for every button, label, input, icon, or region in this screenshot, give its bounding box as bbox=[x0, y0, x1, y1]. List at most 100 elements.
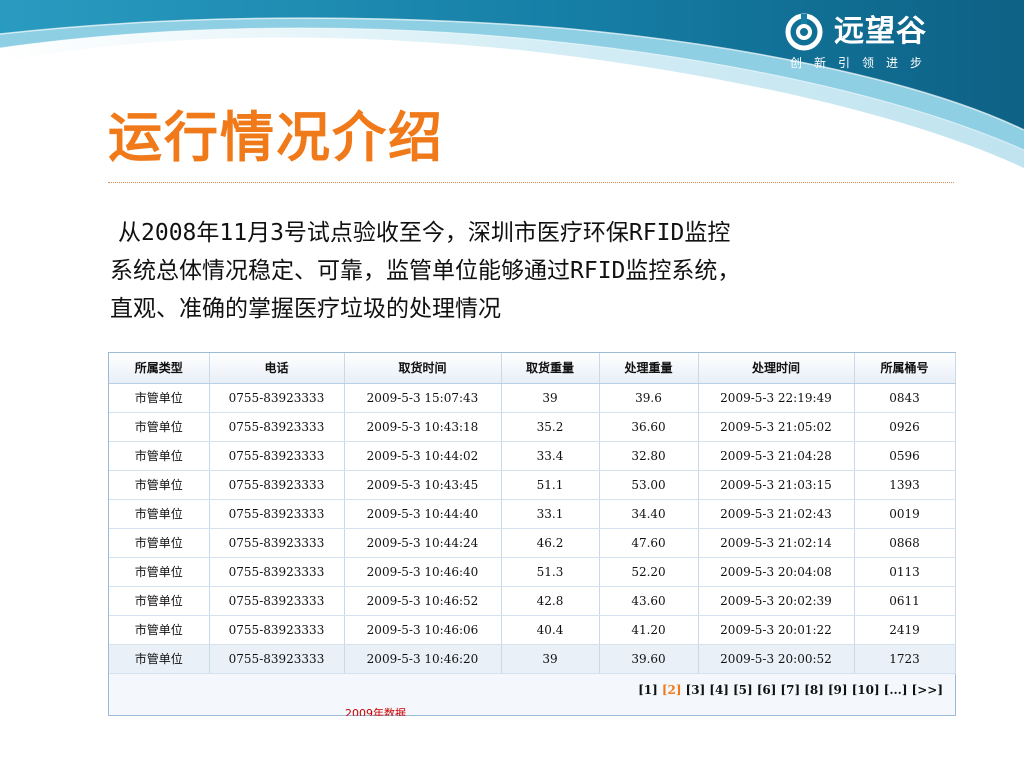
col-header-process-time: 处理时间 bbox=[698, 353, 855, 384]
cell-phone: 0755-83923333 bbox=[209, 586, 345, 616]
cell-process-weight: 34.40 bbox=[599, 499, 699, 529]
page-link[interactable]: [2] bbox=[662, 683, 682, 697]
cell-pickup-weight: 33.1 bbox=[501, 499, 600, 529]
records-panel: 所属类型 电话 取货时间 取货重量 处理重量 处理时间 所属桶号 市管单位 075… bbox=[108, 352, 956, 716]
cell-pickup-time: 2009-5-3 10:43:18 bbox=[344, 412, 502, 442]
col-header-pickup-time: 取货时间 bbox=[344, 353, 502, 384]
cell-bin-number: 1723 bbox=[854, 644, 956, 674]
cell-type: 市管单位 bbox=[109, 383, 210, 413]
cell-process-weight: 39.6 bbox=[599, 383, 699, 413]
cell-pickup-time: 2009-5-3 10:46:52 bbox=[344, 586, 502, 616]
cell-phone: 0755-83923333 bbox=[209, 412, 345, 442]
table-row[interactable]: 市管单位 0755-83923333 2009-5-3 10:44:40 33.1 34… bbox=[109, 499, 956, 529]
cell-process-time: 2009-5-3 21:03:15 bbox=[698, 470, 855, 500]
cell-type: 市管单位 bbox=[109, 586, 210, 616]
page-link[interactable]: [...] bbox=[884, 683, 908, 697]
cell-pickup-weight: 40.4 bbox=[501, 615, 600, 645]
table-row[interactable]: 市管单位 0755-83923333 2009-5-3 15:07:43 39 39.6… bbox=[109, 383, 956, 413]
page-link[interactable]: [1] bbox=[638, 683, 658, 697]
cell-process-weight: 41.20 bbox=[599, 615, 699, 645]
cell-bin-number: 0926 bbox=[854, 412, 956, 442]
company-logo: 远望谷 创新引领进步 bbox=[784, 8, 964, 72]
table-row[interactable]: 市管单位 0755-83923333 2009-5-3 10:46:52 42.8 43… bbox=[109, 586, 956, 616]
cell-type: 市管单位 bbox=[109, 470, 210, 500]
cell-phone: 0755-83923333 bbox=[209, 644, 345, 674]
cell-pickup-weight: 51.3 bbox=[501, 557, 600, 587]
cell-pickup-weight: 42.8 bbox=[501, 586, 600, 616]
cell-pickup-time: 2009-5-3 10:46:40 bbox=[344, 557, 502, 587]
page-link[interactable]: [5] bbox=[733, 683, 753, 697]
col-header-pickup-weight: 取货重量 bbox=[501, 353, 600, 384]
cell-type: 市管单位 bbox=[109, 557, 210, 587]
cell-phone: 0755-83923333 bbox=[209, 383, 345, 413]
cell-type: 市管单位 bbox=[109, 528, 210, 558]
table-row[interactable]: 市管单位 0755-83923333 2009-5-3 10:46:06 40.4 41… bbox=[109, 615, 956, 645]
page-link[interactable]: [10] bbox=[852, 683, 880, 697]
cell-type: 市管单位 bbox=[109, 441, 210, 471]
cell-process-weight: 32.80 bbox=[599, 441, 699, 471]
cell-pickup-time: 2009-5-3 10:44:02 bbox=[344, 441, 502, 471]
cell-phone: 0755-83923333 bbox=[209, 557, 345, 587]
slide-title: 运行情况介绍 bbox=[108, 106, 444, 169]
cell-process-weight: 53.00 bbox=[599, 470, 699, 500]
cell-bin-number: 0868 bbox=[854, 528, 956, 558]
page-link[interactable]: [9] bbox=[828, 683, 848, 697]
cell-bin-number: 0611 bbox=[854, 586, 956, 616]
paragraph-line-1: 从2008年11月3号试点验收至今，深圳市医疗环保RFID监控 bbox=[118, 220, 731, 246]
yuanwanggu-logo-icon bbox=[785, 13, 823, 51]
cell-pickup-weight: 35.2 bbox=[501, 412, 600, 442]
page-link[interactable]: [8] bbox=[804, 683, 824, 697]
cell-bin-number: 1393 bbox=[854, 470, 956, 500]
table-row[interactable]: 市管单位 0755-83923333 2009-5-3 10:43:18 35.2 36… bbox=[109, 412, 956, 442]
cell-pickup-time: 2009-5-3 10:46:06 bbox=[344, 615, 502, 645]
cell-process-time: 2009-5-3 20:01:22 bbox=[698, 615, 855, 645]
cell-pickup-weight: 46.2 bbox=[501, 528, 600, 558]
cell-process-time: 2009-5-3 20:04:08 bbox=[698, 557, 855, 587]
cell-process-weight: 36.60 bbox=[599, 412, 699, 442]
cell-process-time: 2009-5-3 21:04:28 bbox=[698, 441, 855, 471]
title-divider bbox=[108, 182, 954, 183]
page-link[interactable]: [>>] bbox=[912, 683, 943, 697]
page-link[interactable]: [3] bbox=[686, 683, 706, 697]
records-table: 所属类型 电话 取货时间 取货重量 处理重量 处理时间 所属桶号 市管单位 075… bbox=[109, 353, 956, 674]
cell-pickup-weight: 39 bbox=[501, 644, 600, 674]
cell-process-weight: 47.60 bbox=[599, 528, 699, 558]
cell-pickup-weight: 51.1 bbox=[501, 470, 600, 500]
table-row[interactable]: 市管单位 0755-83923333 2009-5-3 10:44:24 46.2 47… bbox=[109, 528, 956, 558]
table-row[interactable]: 市管单位 0755-83923333 2009-5-3 10:44:02 33.4 32… bbox=[109, 441, 956, 471]
table-header-row: 所属类型 电话 取货时间 取货重量 处理重量 处理时间 所属桶号 bbox=[109, 353, 956, 384]
cell-process-time: 2009-5-3 20:02:39 bbox=[698, 586, 855, 616]
cell-phone: 0755-83923333 bbox=[209, 470, 345, 500]
pagination: [1] [2] [3] [4] [5] [6] [7] [8] [9] [10] [...] [>>] bbox=[634, 683, 943, 697]
cell-type: 市管单位 bbox=[109, 412, 210, 442]
cell-type: 市管单位 bbox=[109, 615, 210, 645]
table-row[interactable]: 市管单位 0755-83923333 2009-5-3 10:43:45 51.1 53… bbox=[109, 470, 956, 500]
table-row[interactable]: 市管单位 0755-83923333 2009-5-3 10:46:40 51.3 52… bbox=[109, 557, 956, 587]
cell-bin-number: 0596 bbox=[854, 441, 956, 471]
table-footnote: 2009年数据 bbox=[345, 707, 406, 716]
cell-phone: 0755-83923333 bbox=[209, 615, 345, 645]
cell-type: 市管单位 bbox=[109, 499, 210, 529]
cell-phone: 0755-83923333 bbox=[209, 441, 345, 471]
cell-phone: 0755-83923333 bbox=[209, 499, 345, 529]
page-link[interactable]: [4] bbox=[709, 683, 729, 697]
cell-phone: 0755-83923333 bbox=[209, 528, 345, 558]
logo-slogan: 创新引领进步 bbox=[790, 56, 935, 70]
cell-process-time: 2009-5-3 21:02:14 bbox=[698, 528, 855, 558]
cell-pickup-time: 2009-5-3 10:44:24 bbox=[344, 528, 502, 558]
cell-process-time: 2009-5-3 22:19:49 bbox=[698, 383, 855, 413]
cell-pickup-weight: 39 bbox=[501, 383, 600, 413]
col-header-phone: 电话 bbox=[209, 353, 345, 384]
page-link[interactable]: [6] bbox=[757, 683, 777, 697]
cell-pickup-time: 2009-5-3 15:07:43 bbox=[344, 383, 502, 413]
cell-process-weight: 39.60 bbox=[599, 644, 699, 674]
col-header-type: 所属类型 bbox=[109, 353, 210, 384]
table-row[interactable]: 市管单位 0755-83923333 2009-5-3 10:46:20 39 39.6… bbox=[109, 644, 956, 674]
cell-process-weight: 52.20 bbox=[599, 557, 699, 587]
page-link[interactable]: [7] bbox=[780, 683, 800, 697]
cell-process-time: 2009-5-3 20:00:52 bbox=[698, 644, 855, 674]
cell-pickup-time: 2009-5-3 10:43:45 bbox=[344, 470, 502, 500]
logo-name: 远望谷 bbox=[834, 14, 927, 49]
cell-process-weight: 43.60 bbox=[599, 586, 699, 616]
cell-bin-number: 0113 bbox=[854, 557, 956, 587]
